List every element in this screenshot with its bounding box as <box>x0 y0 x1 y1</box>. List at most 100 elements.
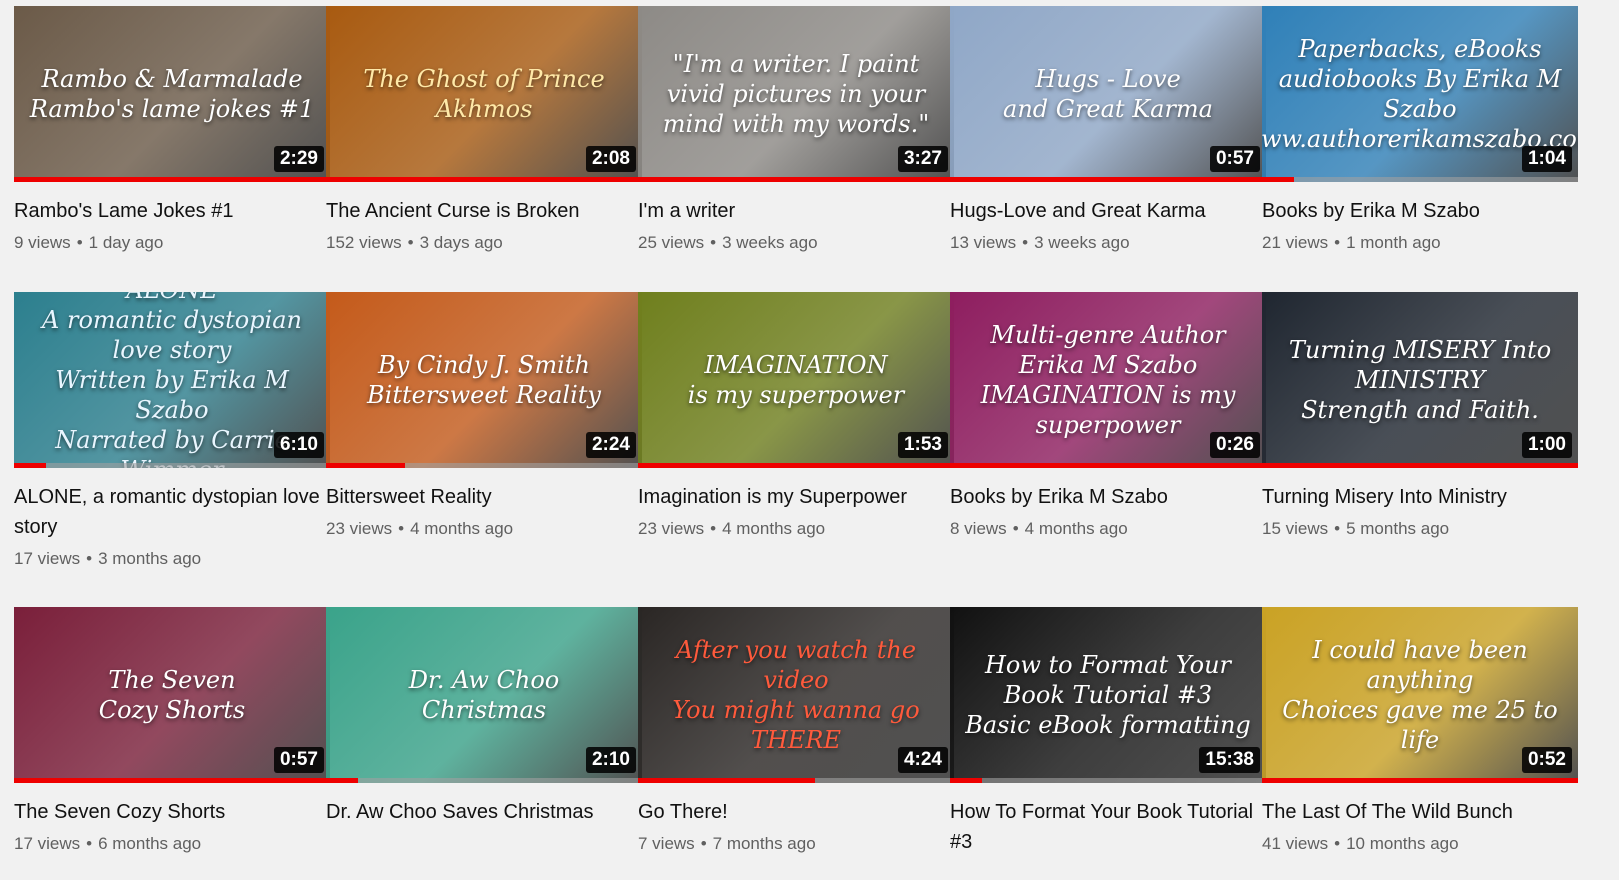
video-title[interactable]: The Last Of The Wild Bunch <box>1262 797 1578 827</box>
meta-separator: • <box>1334 519 1341 538</box>
upload-age: 4 months ago <box>1024 519 1128 538</box>
video-thumbnail[interactable]: After you watch the video You might wann… <box>638 607 954 783</box>
watch-progress-fill <box>950 177 1266 182</box>
view-count: 23 views <box>326 519 393 538</box>
video-thumbnail[interactable]: Multi-genre Author Erika M Szabo IMAGINA… <box>950 292 1266 468</box>
watch-progress-track <box>950 177 1266 182</box>
thumbnail-caption: By Cindy J. Smith Bittersweet Reality <box>367 351 601 409</box>
upload-age: 1 day ago <box>88 233 164 252</box>
video-title[interactable]: The Ancient Curse is Broken <box>326 196 642 226</box>
duration-badge: 0:52 <box>1521 747 1572 773</box>
watch-progress-fill <box>950 463 1266 468</box>
watch-progress-track <box>326 463 642 468</box>
watch-progress-track <box>326 177 642 182</box>
meta-separator: • <box>710 233 717 252</box>
video-card[interactable]: Dr. Aw Choo Christmas 2:10 Dr. Aw Choo Sav… <box>326 607 642 827</box>
video-card[interactable]: How to Format Your Book Tutorial #3 Basi… <box>950 607 1266 857</box>
view-count: 25 views <box>638 233 705 252</box>
duration-badge: 0:57 <box>1209 146 1260 172</box>
video-card[interactable]: By Cindy J. Smith Bittersweet Reality 2:2… <box>326 292 642 540</box>
video-thumbnail[interactable]: How to Format Your Book Tutorial #3 Basi… <box>950 607 1266 783</box>
video-thumbnail[interactable]: By Cindy J. Smith Bittersweet Reality 2:2… <box>326 292 642 468</box>
video-meta: 41 views • 10 months ago <box>1262 833 1578 855</box>
watch-progress-track <box>1262 778 1578 783</box>
video-thumbnail[interactable]: Turning MISERY Into MINISTRY Strength an… <box>1262 292 1578 468</box>
duration-badge: 2:29 <box>273 146 324 172</box>
watch-progress-track <box>638 778 954 783</box>
meta-separator: • <box>1334 834 1341 853</box>
watch-progress-track <box>1262 463 1578 468</box>
watch-progress-track <box>1262 177 1578 182</box>
upload-age: 3 months ago <box>98 549 202 568</box>
video-meta: 8 views • 4 months ago <box>950 518 1266 540</box>
video-thumbnail[interactable]: The Seven Cozy Shorts 0:57 <box>14 607 330 783</box>
thumbnail-caption: Multi-genre Author Erika M Szabo IMAGINA… <box>980 321 1236 439</box>
video-card[interactable]: ALONE A romantic dystopian love story Wr… <box>14 292 330 570</box>
thumbnail-caption: Dr. Aw Choo Christmas <box>408 666 560 724</box>
view-count: 23 views <box>638 519 705 538</box>
duration-badge: 4:24 <box>897 747 948 773</box>
video-card[interactable]: Hugs - Love and Great Karma 0:57 Hugs-Love… <box>950 6 1266 254</box>
view-count: 17 views <box>14 549 81 568</box>
video-title[interactable]: Dr. Aw Choo Saves Christmas <box>326 797 642 827</box>
watch-progress-track <box>14 177 330 182</box>
watch-progress-fill <box>638 463 954 468</box>
duration-badge: 2:10 <box>585 747 636 773</box>
watch-progress-track <box>638 463 954 468</box>
video-card[interactable]: After you watch the video You might wann… <box>638 607 954 855</box>
watch-progress-track <box>326 778 642 783</box>
view-count: 9 views <box>14 233 71 252</box>
video-title[interactable]: Books by Erika M Szabo <box>1262 196 1578 226</box>
upload-age: 1 month ago <box>1346 233 1441 252</box>
video-thumbnail[interactable]: ALONE A romantic dystopian love story Wr… <box>14 292 330 468</box>
duration-badge: 3:27 <box>897 146 948 172</box>
video-title[interactable]: Hugs-Love and Great Karma <box>950 196 1266 226</box>
video-card[interactable]: "I'm a writer. I paint vivid pictures in… <box>638 6 954 254</box>
video-card[interactable]: I could have been anything Choices gave … <box>1262 607 1578 855</box>
video-thumbnail[interactable]: Hugs - Love and Great Karma 0:57 <box>950 6 1266 182</box>
video-title[interactable]: Go There! <box>638 797 954 827</box>
video-title[interactable]: ALONE, a romantic dystopian love story <box>14 482 330 542</box>
video-title[interactable]: How To Format Your Book Tutorial #3 <box>950 797 1266 857</box>
video-title[interactable]: The Seven Cozy Shorts <box>14 797 330 827</box>
upload-age: 5 months ago <box>1346 519 1450 538</box>
video-title[interactable]: Books by Erika M Szabo <box>950 482 1266 512</box>
watch-progress-track <box>950 778 1266 783</box>
video-thumbnail[interactable]: Rambo & Marmalade Rambo's lame jokes #1 2… <box>14 6 330 182</box>
upload-age: 6 months ago <box>98 834 202 853</box>
meta-separator: • <box>407 233 414 252</box>
video-card[interactable]: IMAGINATION is my superpower 1:53 Imaginat… <box>638 292 954 540</box>
meta-separator: • <box>76 233 83 252</box>
watch-progress-fill <box>638 177 954 182</box>
video-thumbnail[interactable]: Dr. Aw Choo Christmas 2:10 <box>326 607 642 783</box>
video-card[interactable]: The Seven Cozy Shorts 0:57 The Seven Cozy … <box>14 607 330 855</box>
video-card[interactable]: Paperbacks, eBooks audiobooks By Erika M… <box>1262 6 1578 254</box>
video-card[interactable]: Rambo & Marmalade Rambo's lame jokes #1 2… <box>14 6 330 254</box>
duration-badge: 1:53 <box>897 432 948 458</box>
video-title[interactable]: Turning Misery Into Ministry <box>1262 482 1578 512</box>
video-card[interactable]: Multi-genre Author Erika M Szabo IMAGINA… <box>950 292 1266 540</box>
watch-progress-fill <box>1262 463 1578 468</box>
upload-age: 3 weeks ago <box>722 233 818 252</box>
video-thumbnail[interactable]: I could have been anything Choices gave … <box>1262 607 1578 783</box>
video-card[interactable]: The Ghost of Prince Akhmos 2:08 The Ancien… <box>326 6 642 254</box>
meta-separator: • <box>700 834 707 853</box>
duration-badge: 1:00 <box>1521 432 1572 458</box>
thumbnail-caption: Rambo & Marmalade Rambo's lame jokes #1 <box>29 65 315 123</box>
video-title[interactable]: Imagination is my Superpower <box>638 482 954 512</box>
video-thumbnail[interactable]: Paperbacks, eBooks audiobooks By Erika M… <box>1262 6 1578 182</box>
upload-age: 4 months ago <box>410 519 514 538</box>
video-card[interactable]: Turning MISERY Into MINISTRY Strength an… <box>1262 292 1578 540</box>
view-count: 21 views <box>1262 233 1329 252</box>
video-thumbnail[interactable]: "I'm a writer. I paint vivid pictures in… <box>638 6 954 182</box>
video-title[interactable]: Bittersweet Reality <box>326 482 642 512</box>
video-thumbnail[interactable]: The Ghost of Prince Akhmos 2:08 <box>326 6 642 182</box>
video-thumbnail[interactable]: IMAGINATION is my superpower 1:53 <box>638 292 954 468</box>
video-title[interactable]: I'm a writer <box>638 196 954 226</box>
meta-separator: • <box>86 549 93 568</box>
upload-age: 3 weeks ago <box>1034 233 1130 252</box>
thumbnail-caption: Paperbacks, eBooks audiobooks By Erika M… <box>1262 35 1578 153</box>
watch-progress-track <box>950 463 1266 468</box>
watch-progress-fill <box>326 177 642 182</box>
video-title[interactable]: Rambo's Lame Jokes #1 <box>14 196 330 226</box>
